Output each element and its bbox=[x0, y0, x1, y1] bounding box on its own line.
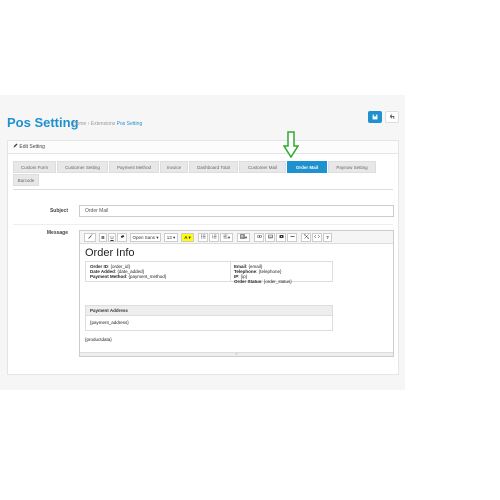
payment-address-value: {payment_address} bbox=[90, 320, 129, 325]
product-data-placeholder: {productdata} bbox=[85, 337, 112, 342]
breadcrumb-current[interactable]: Pos Setting bbox=[117, 121, 143, 127]
row-divider bbox=[13, 224, 393, 225]
info-value: {order_status} bbox=[263, 279, 292, 284]
bold-button[interactable]: B bbox=[99, 233, 107, 242]
table-insert-button[interactable]: ▾ bbox=[237, 233, 250, 242]
tab-payment-method[interactable]: Payment Method bbox=[109, 161, 159, 173]
unordered-list-button[interactable] bbox=[198, 233, 208, 242]
pencil-icon bbox=[13, 143, 18, 148]
image-icon bbox=[267, 234, 273, 239]
tab-customer-mail[interactable]: Customer Mail bbox=[239, 161, 286, 173]
info-value: {telephone} bbox=[258, 269, 282, 274]
edit-setting-panel: Edit Setting Custom Form Customer Settin… bbox=[7, 140, 399, 375]
breadcrumb: Home › Extensions Pos Setting bbox=[73, 121, 142, 127]
save-button[interactable] bbox=[368, 111, 382, 123]
ordered-list-icon bbox=[211, 234, 216, 239]
tab-paynow-setting[interactable]: Paynow Setting bbox=[328, 161, 376, 173]
paragraph-align-select[interactable]: ▾ bbox=[220, 233, 233, 242]
video-button[interactable] bbox=[276, 233, 286, 242]
info-label: Payment Method bbox=[90, 274, 127, 279]
tab-barcode[interactable]: Barcode bbox=[13, 174, 39, 186]
eraser-button[interactable] bbox=[117, 233, 127, 242]
ordered-list-button[interactable] bbox=[209, 233, 219, 242]
underline-button[interactable]: U bbox=[108, 233, 116, 242]
subject-label: Subject bbox=[49, 208, 68, 214]
code-icon bbox=[314, 234, 320, 239]
font-family-value: Open Sans bbox=[132, 235, 155, 240]
page-title: Pos Setting bbox=[7, 115, 79, 130]
font-size-select[interactable]: 13 ▾ bbox=[164, 233, 178, 242]
horizontal-rule-button[interactable] bbox=[287, 233, 297, 242]
link-button[interactable] bbox=[254, 233, 264, 242]
font-size-value: 13 bbox=[166, 235, 172, 240]
tab-customer-setting[interactable]: Customer Setting bbox=[57, 161, 108, 173]
message-label: Message bbox=[46, 230, 68, 236]
image-button[interactable] bbox=[265, 233, 275, 242]
font-family-select[interactable]: Open Sans ▾ bbox=[130, 233, 161, 242]
tab-custom-form[interactable]: Custom Form bbox=[13, 161, 56, 173]
table-icon bbox=[240, 234, 245, 239]
tab-divider bbox=[13, 189, 393, 190]
editor-toolbar: B U Open Sans ▾ 13 ▾ A ▾ ▾ ▾ ? bbox=[80, 231, 393, 244]
column-divider bbox=[230, 262, 231, 281]
message-editor[interactable]: B U Open Sans ▾ 13 ▾ A ▾ ▾ ▾ ? Order Inf bbox=[79, 230, 394, 357]
tab-dashboard-total[interactable]: Dashboard Total bbox=[189, 161, 238, 173]
code-view-button[interactable] bbox=[312, 233, 322, 242]
payment-address-heading: Payment Address bbox=[86, 306, 332, 316]
order-info-left-col: Order ID: {order_id} Date Added: {date_a… bbox=[90, 264, 166, 279]
editor-content[interactable]: Order Info Order ID: {order_id} Date Add… bbox=[85, 247, 390, 342]
tab-bar: Custom Form Customer Setting Payment Met… bbox=[13, 161, 393, 189]
unordered-list-icon bbox=[200, 234, 205, 239]
save-icon bbox=[372, 114, 378, 120]
tab-order-mail[interactable]: Order Mail bbox=[287, 161, 327, 173]
horizontal-rule-icon bbox=[290, 236, 294, 237]
breadcrumb-separator: › bbox=[87, 121, 90, 127]
info-line: Order Status: {order_status} bbox=[234, 279, 292, 284]
link-icon bbox=[256, 235, 262, 238]
eraser-icon bbox=[120, 234, 124, 239]
breadcrumb-extensions[interactable]: Extensions bbox=[91, 121, 115, 127]
tab-invoice[interactable]: Invoice bbox=[160, 161, 188, 173]
info-line: Payment Method: {payment_method} bbox=[90, 274, 167, 279]
subject-input[interactable]: Order Mail bbox=[79, 205, 394, 217]
help-button[interactable]: ? bbox=[323, 233, 332, 242]
magic-wand-button[interactable] bbox=[84, 233, 96, 242]
order-info-heading: Order Info bbox=[85, 247, 135, 259]
back-button[interactable] bbox=[385, 111, 399, 123]
down-arrow-icon bbox=[283, 131, 299, 158]
order-info-table: Order ID: {order_id} Date Added: {date_a… bbox=[85, 261, 333, 284]
editor-resize-handle[interactable]: ≡ bbox=[80, 352, 393, 356]
breadcrumb-home[interactable]: Home bbox=[73, 121, 86, 127]
video-icon bbox=[279, 235, 283, 238]
panel-heading-text: Edit Setting bbox=[19, 144, 45, 150]
payment-address-table: Payment Address {payment_address} bbox=[85, 305, 333, 331]
info-label: Order Status bbox=[234, 279, 262, 284]
align-icon bbox=[223, 234, 228, 239]
order-info-right-col: Email: {email} Telephone: {telephone} IP… bbox=[234, 264, 292, 284]
fullscreen-button[interactable] bbox=[301, 233, 311, 242]
fullscreen-icon bbox=[303, 234, 309, 239]
info-value: {payment_method} bbox=[128, 274, 167, 279]
panel-heading: Edit Setting bbox=[8, 141, 398, 154]
text-color-button[interactable]: A ▾ bbox=[181, 233, 194, 242]
magic-wand-icon bbox=[87, 234, 92, 239]
page-container: Pos Setting Home › Extensions Pos Settin… bbox=[0, 95, 405, 390]
back-arrow-icon bbox=[389, 114, 395, 119]
